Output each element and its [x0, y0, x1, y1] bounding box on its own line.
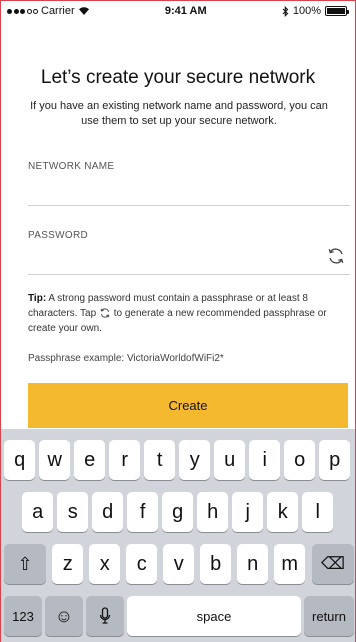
microphone-icon: [99, 607, 111, 624]
key-c[interactable]: c: [126, 544, 158, 584]
keyboard-row-4: 123 ☺ space return: [1, 596, 355, 636]
battery-percent: 100%: [292, 5, 321, 17]
create-button[interactable]: Create: [28, 383, 348, 428]
network-name-input[interactable]: [28, 182, 350, 206]
key-w[interactable]: w: [39, 440, 71, 480]
key-t[interactable]: t: [144, 440, 176, 480]
carrier-name: Carrier: [41, 5, 75, 17]
status-bar: Carrier 9:41 AM 100%: [1, 1, 355, 21]
key-g[interactable]: g: [162, 492, 194, 532]
network-name-field: NETWORK NAME: [28, 161, 350, 206]
key-x[interactable]: x: [89, 544, 121, 584]
key-e[interactable]: e: [74, 440, 106, 480]
key-f[interactable]: f: [127, 492, 159, 532]
key-q[interactable]: q: [4, 440, 36, 480]
keyboard-row-1: qwertyuiop: [1, 440, 355, 480]
key-l[interactable]: l: [302, 492, 334, 532]
return-key[interactable]: return: [304, 596, 354, 636]
key-d[interactable]: d: [92, 492, 124, 532]
microphone-key[interactable]: [86, 596, 124, 636]
password-label: PASSWORD: [28, 230, 88, 241]
keyboard-row-3: ⇧ ⌫ zxcvbnm: [1, 544, 355, 584]
key-j[interactable]: j: [232, 492, 264, 532]
key-o[interactable]: o: [284, 440, 316, 480]
key-z[interactable]: z: [52, 544, 84, 584]
key-h[interactable]: h: [197, 492, 229, 532]
keyboard-row-2: asdfghjkl: [1, 492, 355, 532]
shift-key[interactable]: ⇧: [4, 544, 46, 584]
bluetooth-icon: [282, 5, 289, 17]
key-i[interactable]: i: [249, 440, 281, 480]
page-subtitle: If you have an existing network name and…: [30, 100, 328, 127]
refresh-icon[interactable]: [326, 246, 346, 266]
key-u[interactable]: u: [214, 440, 246, 480]
password-input[interactable]: [28, 251, 350, 275]
numbers-key[interactable]: 123: [4, 596, 42, 636]
key-r[interactable]: r: [109, 440, 141, 480]
refresh-icon-inline: [100, 308, 110, 318]
key-s[interactable]: s: [57, 492, 89, 532]
network-name-label: NETWORK NAME: [28, 161, 115, 172]
signal-strength-icon: [7, 8, 38, 14]
passphrase-example: Passphrase example: VictoriaWorldofWiFi2…: [28, 353, 224, 364]
key-m[interactable]: m: [274, 544, 306, 584]
delete-key[interactable]: ⌫: [312, 544, 354, 584]
keyboard: qwertyuiop asdfghjkl ⇧ ⌫ zxcvbnm 123 ☺ s…: [1, 429, 355, 642]
emoji-key[interactable]: ☺: [45, 596, 83, 636]
status-right: 100%: [282, 5, 349, 17]
key-b[interactable]: b: [200, 544, 232, 584]
wifi-icon: [78, 7, 89, 15]
battery-icon: [324, 6, 349, 16]
key-a[interactable]: a: [22, 492, 54, 532]
page-title: Let’s create your secure network: [40, 67, 316, 88]
key-p[interactable]: p: [319, 440, 351, 480]
key-y[interactable]: y: [179, 440, 211, 480]
battery-level-fill: [326, 8, 345, 14]
key-n[interactable]: n: [237, 544, 269, 584]
status-time: 9:41 AM: [164, 5, 207, 17]
space-key[interactable]: space: [127, 596, 301, 636]
key-k[interactable]: k: [267, 492, 299, 532]
key-v[interactable]: v: [163, 544, 195, 584]
password-tip: Tip: A strong password must contain a pa…: [28, 291, 338, 336]
tip-heading: Tip:: [28, 293, 47, 304]
status-left: Carrier: [7, 5, 90, 17]
password-field: PASSWORD: [28, 230, 350, 275]
app-screen: Carrier 9:41 AM 100% Let’s create your s…: [0, 0, 356, 642]
